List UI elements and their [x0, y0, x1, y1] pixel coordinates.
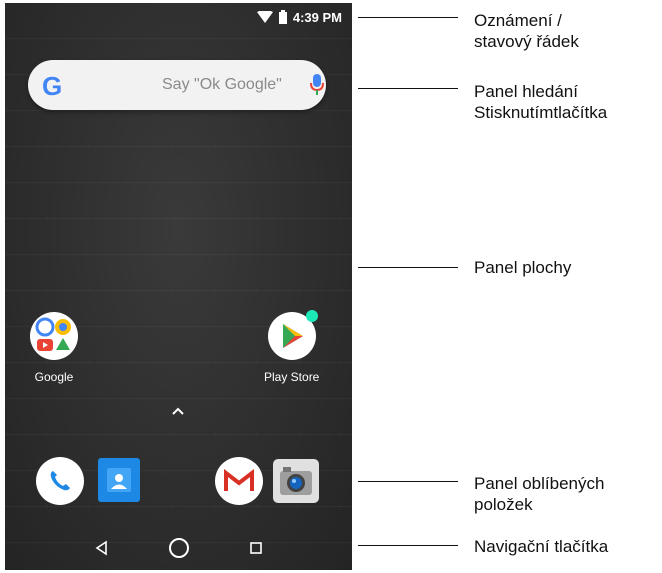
- back-icon[interactable]: [94, 540, 110, 556]
- app-label: Google: [34, 370, 74, 384]
- callout-desktop: Panel plochy: [474, 258, 572, 277]
- google-folder-icon: [30, 312, 78, 360]
- play-store-icon: [267, 310, 318, 360]
- status-time: 4:39 PM: [292, 9, 342, 25]
- app-label: Play Store: [264, 370, 320, 384]
- app-google[interactable]: Google: [30, 312, 78, 384]
- gmail-icon[interactable]: [215, 457, 263, 505]
- google-logo-icon: G: [42, 71, 63, 101]
- callout-search-bar: Panel hledání Stisknutímtlačítka: [474, 82, 608, 122]
- phone-screen: 4:39 PM G Say "Ok Google" Google Play St…: [5, 3, 352, 570]
- status-bar[interactable]: 4:39 PM: [5, 3, 352, 31]
- phone-icon[interactable]: [36, 457, 84, 505]
- contacts-icon[interactable]: [98, 458, 140, 502]
- navigation-bar: [5, 526, 352, 570]
- callout-line-nav: [358, 545, 458, 546]
- callout-favorites: Panel oblíbených položek: [474, 474, 605, 514]
- callout-line-search-bar: [358, 88, 458, 89]
- chevron-up-icon[interactable]: [171, 406, 185, 416]
- search-hint: Say "Ok Google": [162, 76, 282, 93]
- callout-status-bar: Oznámení / stavový řádek: [474, 11, 579, 51]
- search-bar[interactable]: G Say "Ok Google": [28, 60, 326, 110]
- callout-line-desktop: [358, 267, 458, 268]
- mic-icon[interactable]: [310, 74, 324, 96]
- callout-line-favorites: [358, 481, 458, 482]
- notification-dot: [305, 310, 318, 322]
- app-play-store[interactable]: Play Store: [264, 310, 320, 384]
- wifi-icon: [256, 11, 273, 23]
- home-icon[interactable]: [168, 537, 190, 559]
- callout-nav: Navigační tlačítka: [474, 537, 609, 556]
- camera-icon[interactable]: [273, 459, 319, 503]
- callout-line-status-bar: [358, 17, 458, 18]
- recents-icon[interactable]: [249, 541, 263, 555]
- battery-icon: [278, 10, 287, 24]
